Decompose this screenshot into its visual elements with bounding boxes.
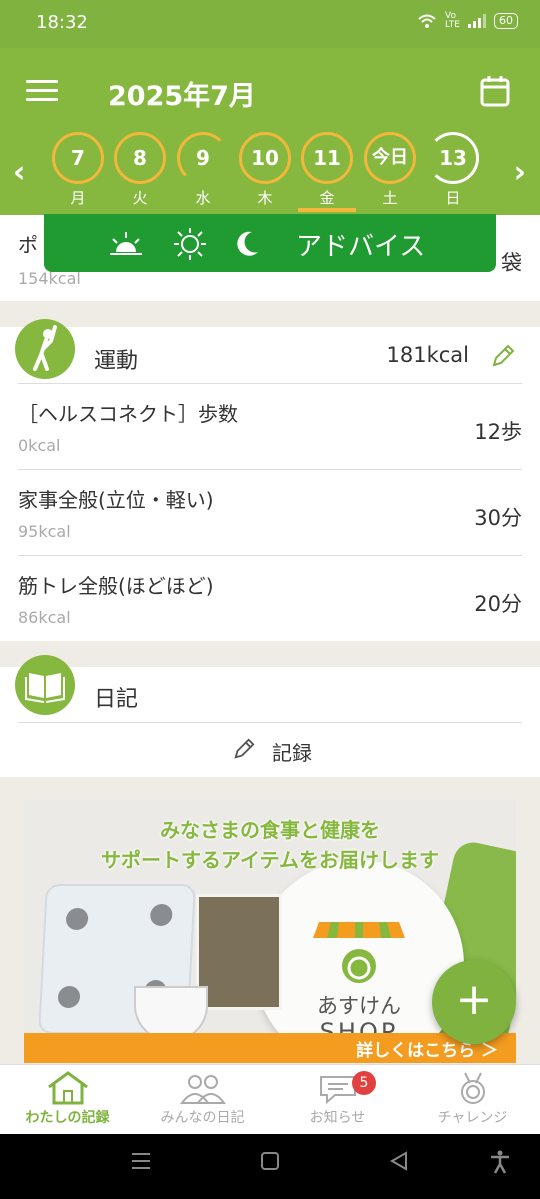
moon-icon [237,231,258,256]
item-name: 筋トレ全般(ほどほど) [18,574,214,598]
home-icon [47,1071,88,1105]
tab-label: みんなの日記 [160,1110,245,1126]
battery-icon: 60 [494,13,518,29]
bottom-tab-bar: わたしの記録 みんなの日記 5 お知らせ チャレンジ [0,1064,540,1134]
list-item[interactable]: 筋トレ全般(ほどほど) 86kcal 20分 [18,556,522,641]
banner-cta[interactable]: 詳しくはこちら ＞ [24,1033,516,1063]
day-circle: 7 [52,132,104,184]
people-icon [179,1075,226,1104]
medal-icon [460,1072,485,1104]
weekday-label: 土 [382,189,398,207]
tab-my-records[interactable]: わたしの記録 [0,1071,135,1127]
exercise-icon [15,319,75,379]
sun-icon [174,228,206,260]
day-circle: 13 [427,132,479,184]
wifi-icon [418,14,436,28]
day-circle: 8 [114,132,166,184]
tab-notifications[interactable]: 5 お知らせ [270,1071,405,1127]
advice-label: アドバイス [296,232,426,262]
day-7[interactable]: 7 月 [51,132,105,208]
day-9[interactable]: 9 水 [176,132,230,208]
recent-apps-icon[interactable] [130,1150,152,1172]
pencil-icon [234,738,255,759]
item-kcal: 0kcal [18,436,61,455]
day-circle: 9 [177,132,229,184]
item-kcal: 95kcal [18,522,71,541]
divider [18,722,522,723]
tab-label: チャレンジ [437,1110,508,1126]
signal-icon [468,14,486,28]
banner-line1: みなさまの食事と健康を [160,818,380,842]
status-time: 18:32 [36,12,88,33]
notification-badge: 5 [352,1071,376,1095]
prev-week-icon[interactable]: ‹ [13,155,25,190]
list-item[interactable]: ［ヘルスコネクト］歩数 0kcal 12歩 [18,384,522,470]
advice-bar[interactable]: アドバイス [44,214,496,272]
diary-card: 日記 記録 [0,655,540,777]
edit-icon[interactable] [490,343,516,369]
diary-record-button[interactable]: 記録 [0,725,540,777]
day-8[interactable]: 8 火 [113,132,167,208]
item-amount: 30分 [474,506,522,530]
day-circle: 11 [301,132,353,184]
day-circle: 今日 [364,132,416,184]
tab-label: お知らせ [309,1110,366,1126]
weekday-label: 水 [195,189,211,207]
day-circle: 10 [239,132,291,184]
status-bar: 18:32 Vo LTE 60 [0,0,540,48]
diary-icon [15,655,75,715]
day-today[interactable]: 今日 土 [363,132,417,208]
page-title: 2025年7月 [108,81,256,112]
day-10[interactable]: 10 木 [238,132,292,208]
tab-challenge[interactable]: チャレンジ [405,1071,540,1127]
exercise-title: 運動 [94,349,139,374]
banner-line2: サポートするアイテムをお届けします [101,848,439,872]
volte-icon: Vo LTE [445,11,460,30]
weekday-label: 月 [70,189,86,207]
weekday-label: 金 [319,189,335,207]
next-week-icon[interactable]: › [514,155,526,190]
weekday-label: 木 [257,189,273,207]
accessibility-icon[interactable] [489,1150,511,1174]
menu-icon[interactable] [26,80,58,102]
calendar-icon[interactable] [480,75,510,107]
exercise-card: 運動 181kcal ［ヘルスコネクト］歩数 0kcal 12歩 家事全般(立位… [0,319,540,641]
weekday-label: 火 [132,189,148,207]
home-nav-icon[interactable] [259,1150,281,1172]
day-11-selected[interactable]: 11 金 [298,132,356,212]
item-name: ［ヘルスコネクト］歩数 [18,402,238,426]
system-nav-bar [0,1134,540,1199]
tab-label: わたしの記録 [25,1110,110,1126]
sunrise-icon [110,232,142,255]
list-item[interactable]: 家事全般(立位・軽い) 95kcal 30分 [18,470,522,556]
back-icon[interactable] [388,1150,410,1172]
item-kcal: 86kcal [18,608,71,627]
exercise-total-kcal: 181kcal [386,343,470,367]
add-button[interactable]: + [432,960,516,1044]
item-amount: 20分 [474,592,522,616]
day-13[interactable]: 13 日 [426,132,480,208]
status-icons: Vo LTE 60 [417,12,518,30]
grain-bag-image [196,894,282,1010]
item-name: ポ [18,233,38,257]
weekday-label: 日 [445,189,461,207]
selected-indicator [298,208,356,212]
tab-everyone-diary[interactable]: みんなの日記 [135,1071,270,1127]
shop-awning-icon [313,922,405,983]
item-amount: 12歩 [474,420,522,444]
diary-title: 日記 [94,687,139,712]
app-header: 2025年7月 ‹ › 7 月 8 火 9 水 10 木 11 金 今日 土 1… [0,48,540,215]
item-amount: 袋 [501,251,522,275]
item-name: 家事全般(立位・軽い) [18,488,214,512]
record-label: 記録 [272,741,312,765]
